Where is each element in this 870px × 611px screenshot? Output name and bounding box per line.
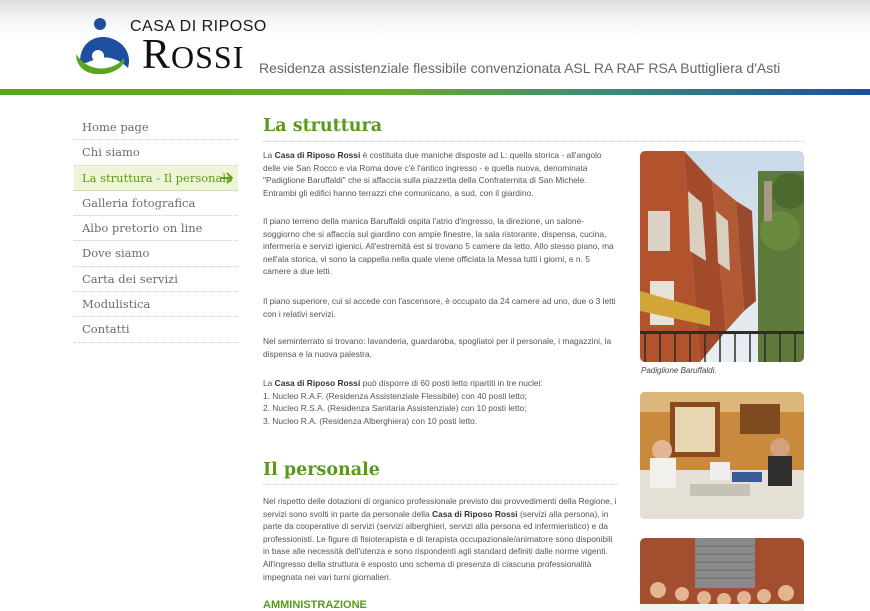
staff-photo-image <box>640 538 804 611</box>
sidebar-item-label: Contatti <box>82 322 130 337</box>
sidebar-item-label: Chi siamo <box>82 145 140 160</box>
section-subtitle-amministrazione: AMMINISTRAZIONE <box>263 599 367 611</box>
logo-figure-icon <box>76 18 130 74</box>
sidebar-item-struttura[interactable]: La struttura - Il personale <box>74 165 238 191</box>
paragraph-piano-superiore: Il piano superiore, cui si accede con l'… <box>263 296 616 319</box>
section-title-personale: Il personale <box>263 460 619 485</box>
main-content: La struttura La Casa di Riposo Rossi è c… <box>263 115 804 611</box>
site-logo[interactable]: CASA DI RIPOSO ROSSI <box>74 16 266 78</box>
photo-padiglione[interactable] <box>640 151 804 362</box>
sidebar-item-chi-siamo[interactable]: Chi siamo <box>74 140 238 166</box>
sidebar-item-contatti[interactable]: Contatti <box>74 317 238 343</box>
sidebar-item-dove-siamo[interactable]: Dove siamo <box>74 241 238 267</box>
list-item: 3. Nucleo R.A. (Residenza Alberghiera) c… <box>263 415 478 426</box>
paragraph-intro: La Casa di Riposo Rossi è costituita due… <box>263 150 602 198</box>
arrow-right-icon <box>220 172 233 183</box>
sidebar-item-label: Home page <box>82 120 149 134</box>
paragraph-personale: Nel rispetto delle dotazioni di organico… <box>263 496 617 582</box>
sidebar-item-label: Dove siamo <box>82 246 150 261</box>
sidebar-item-label: Carta dei servizi <box>82 271 178 286</box>
building-photo-image <box>640 151 804 362</box>
site-header: CASA DI RIPOSO ROSSI Residenza assistenz… <box>0 0 870 96</box>
sidebar-item-modulistica[interactable]: Modulistica <box>74 292 238 318</box>
photo-staff[interactable] <box>640 538 804 611</box>
header-divider <box>0 89 870 95</box>
list-item: 2. Nucleo R.S.A. (Residenza Sanitaria As… <box>263 403 527 414</box>
logo-main-text: ROSSI <box>142 32 245 78</box>
sidebar-item-label: Modulistica <box>82 297 151 312</box>
paragraph-seminterrato: Nel seminterrato si trovano: lavanderia,… <box>263 336 612 359</box>
list-item: 1. Nucleo R.A.F. (Residenza Assistenzial… <box>263 390 527 401</box>
page-title: La struttura <box>263 115 804 142</box>
sidebar-item-galleria[interactable]: Galleria fotografica <box>74 191 238 217</box>
site-tagline: Residenza assistenziale flessibile conve… <box>259 60 781 76</box>
paragraph-posti-letto: La Casa di Riposo Rossi può disporre di … <box>263 377 619 427</box>
office-photo-image <box>640 392 804 519</box>
photo-caption: Padiglione Baruffaldi. <box>641 366 717 375</box>
sidebar-item-label: Albo pretorio on line <box>82 221 203 236</box>
photo-office[interactable] <box>640 392 804 519</box>
sidebar-item-albo-pretorio[interactable]: Albo pretorio on line <box>74 216 238 242</box>
sidebar-item-label: Galleria fotografica <box>82 195 196 210</box>
sidebar-item-carta-servizi[interactable]: Carta dei servizi <box>74 267 238 293</box>
paragraph-piano-terreno: Il piano terreno della manica Baruffaldi… <box>263 216 614 277</box>
sidebar-nav: Home page Chi siamo La struttura - Il pe… <box>74 115 238 343</box>
sidebar-item-home[interactable]: Home page <box>74 115 238 141</box>
sidebar-item-label: La struttura - Il personale <box>82 170 233 185</box>
